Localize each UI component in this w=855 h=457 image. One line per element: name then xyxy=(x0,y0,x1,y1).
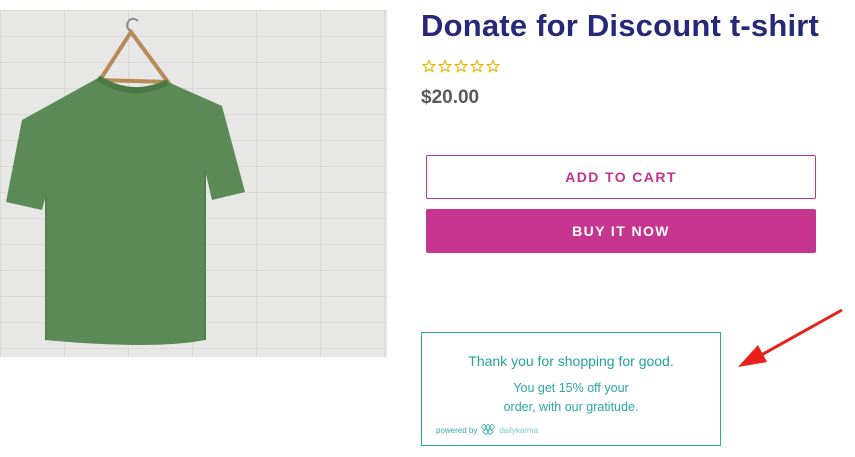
powered-by-label: powered by xyxy=(436,425,478,435)
product-image[interactable] xyxy=(0,10,387,357)
add-to-cart-button[interactable]: ADD TO CART xyxy=(426,155,816,199)
product-price: $20.00 xyxy=(421,87,480,108)
star-empty-icon xyxy=(454,59,468,73)
karma-discount-line-1: You get 15% off your xyxy=(513,381,629,395)
star-empty-icon xyxy=(438,59,452,73)
karma-discount-line-2: order, with our gratitude. xyxy=(503,400,639,414)
star-empty-icon xyxy=(422,59,436,73)
rating-stars[interactable] xyxy=(422,59,500,77)
star-empty-icon xyxy=(486,59,500,73)
dailykarma-logo-icon xyxy=(481,424,496,436)
t-shirt-icon xyxy=(6,17,245,345)
dailykarma-brand: dailykarma xyxy=(499,425,539,435)
star-empty-icon xyxy=(470,59,484,73)
red-arrow-icon xyxy=(738,308,843,367)
karma-discount-text: You get 15% off your order, with our gra… xyxy=(422,379,720,417)
karma-thank-you-text: Thank you for shopping for good. xyxy=(468,353,674,369)
product-title: Donate for Discount t-shirt xyxy=(421,8,820,43)
dailykarma-discount-box: Thank you for shopping for good. You get… xyxy=(421,332,721,446)
buy-it-now-button[interactable]: BUY IT NOW xyxy=(426,209,816,253)
powered-by[interactable]: powered by dailykarma xyxy=(436,424,538,436)
